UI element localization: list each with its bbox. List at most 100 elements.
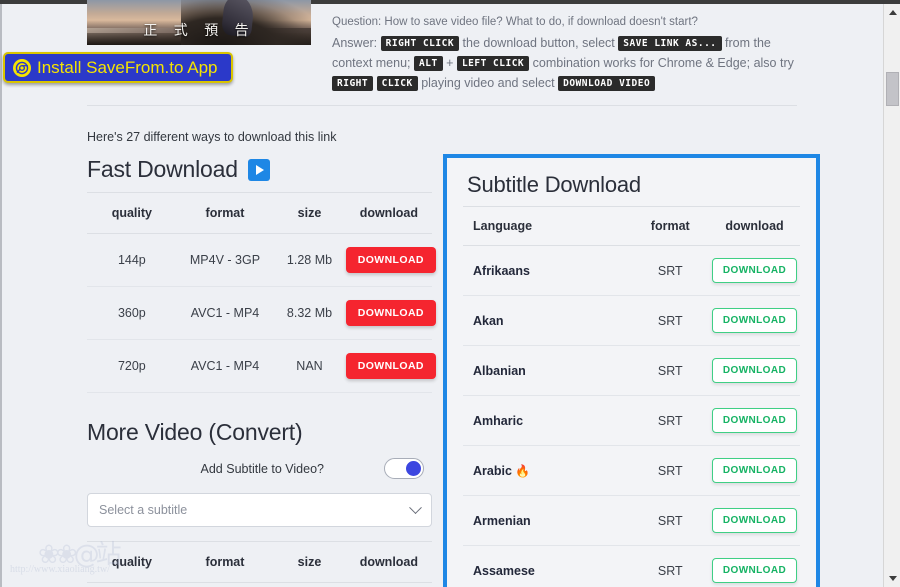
subtitle-select-placeholder: Select a subtitle (99, 503, 188, 517)
fast-download-title: Fast Download (87, 156, 238, 182)
more-video-table: quality format size download 480p AVC1 (… (87, 541, 432, 587)
table-row: 480p AVC1 (mp4) 7.57 Mb DOWNLOAD (87, 582, 432, 587)
cell-download: DOWNLOAD (709, 545, 800, 587)
col-download: download (345, 192, 432, 234)
col-format: format (176, 541, 274, 583)
faq-plus: + (446, 56, 454, 70)
more-video-title: More Video (Convert) (87, 419, 303, 445)
scroll-down-arrow[interactable] (884, 570, 900, 587)
faq-answer-part5: playing video and select (421, 76, 555, 90)
fast-download-table: quality format size download 144p MP4V -… (87, 192, 436, 393)
cell-download: DOWNLOAD (709, 245, 800, 296)
cell-language: Amharic (463, 395, 632, 446)
scrollbar-thumb[interactable] (886, 72, 899, 106)
cell-download: DOWNLOAD (709, 295, 800, 346)
subtitle-download-button[interactable]: DOWNLOAD (711, 358, 798, 383)
table-row: Amharic SRT DOWNLOAD (463, 395, 800, 446)
video-thumbnail[interactable]: 正 式 預 告 (87, 0, 311, 45)
kbd-save-link-as: SAVE LINK AS... (618, 36, 722, 52)
cell-download: DOWNLOAD (345, 233, 436, 287)
cell-download: DOWNLOAD (345, 286, 436, 340)
table-row: Akan SRT DOWNLOAD (463, 295, 800, 346)
add-subtitle-row: Add Subtitle to Video? (87, 458, 432, 479)
table-header-row: quality format size download (87, 541, 432, 583)
subtitle-download-button[interactable]: DOWNLOAD (711, 408, 798, 433)
col-quality: quality (87, 192, 177, 234)
chrome-icon (13, 58, 31, 77)
window-left-edge (0, 4, 2, 587)
cell-download: DOWNLOAD (709, 395, 800, 446)
cell-format: AVC1 - MP4 (176, 339, 274, 393)
download-button[interactable]: DOWNLOAD (345, 247, 436, 273)
language-name: Akan (473, 313, 504, 328)
kbd-click: CLICK (376, 76, 418, 92)
cell-format: SRT (631, 395, 709, 446)
subtitle-download-button[interactable]: DOWNLOAD (711, 258, 798, 283)
add-subtitle-toggle[interactable] (384, 458, 424, 479)
cell-format: SRT (631, 295, 709, 346)
language-name: Amharic (473, 413, 524, 428)
language-name: Afrikaans (473, 263, 530, 278)
table-row: 360p AVC1 - MP4 8.32 Mb DOWNLOAD (87, 286, 436, 340)
col-size: size (273, 192, 346, 234)
col-download: download (709, 206, 800, 246)
language-name: Arabic (473, 463, 512, 478)
cell-format: SRT (631, 545, 709, 587)
table-row: Albanian SRT DOWNLOAD (463, 345, 800, 396)
kbd-left-click: LEFT CLICK (456, 56, 530, 72)
table-header-row: Language format download (463, 206, 800, 246)
subtitle-download-panel: Subtitle Download Language format downlo… (443, 154, 820, 587)
table-row: Armenian SRT DOWNLOAD (463, 495, 800, 546)
page-root: 正 式 預 告 Install SaveFrom.to App Question… (0, 0, 900, 587)
subtitle-download-button[interactable]: DOWNLOAD (711, 458, 798, 483)
cell-format: SRT (631, 495, 709, 546)
subtitle-download-button[interactable]: DOWNLOAD (711, 308, 798, 333)
download-button[interactable]: DOWNLOAD (345, 300, 436, 326)
vertical-scrollbar[interactable] (883, 4, 900, 587)
cell-quality: 480p (87, 582, 177, 587)
cell-language: Afrikaans (463, 245, 632, 296)
col-language: Language (463, 206, 632, 246)
language-name: Assamese (473, 563, 535, 578)
subtitle-download-button[interactable]: DOWNLOAD (711, 558, 798, 583)
table-header-row: quality format size download (87, 192, 432, 234)
cell-format: SRT (631, 345, 709, 396)
cell-format: AVC1 (mp4) (176, 582, 274, 587)
fire-icon: 🔥 (515, 463, 531, 478)
thumbnail-caption: 正 式 預 告 (143, 23, 255, 39)
cell-size: 7.57 Mb (273, 582, 346, 587)
faq-answer: Answer: RIGHT CLICK the download button,… (332, 33, 802, 93)
cell-quality: 144p (87, 233, 177, 287)
language-name: Albanian (473, 363, 526, 378)
cell-size: NAN (273, 339, 346, 393)
cell-format: SRT (631, 245, 709, 296)
col-size: size (273, 541, 346, 583)
subtitle-select[interactable]: Select a subtitle (87, 493, 432, 527)
col-format: format (631, 206, 709, 246)
cell-download: DOWNLOAD (709, 445, 800, 496)
cell-download: DOWNLOAD (709, 345, 800, 396)
download-button[interactable]: DOWNLOAD (345, 353, 436, 379)
table-row: 144p MP4V - 3GP 1.28 Mb DOWNLOAD (87, 233, 436, 287)
subtitle-download-title: Subtitle Download (467, 172, 641, 197)
cell-format: AVC1 - MP4 (176, 286, 274, 340)
scroll-up-arrow[interactable] (884, 4, 900, 21)
add-subtitle-label: Add Subtitle to Video? (200, 461, 324, 476)
play-icon (247, 158, 270, 181)
col-quality: quality (87, 541, 177, 583)
table-row: 720p AVC1 - MP4 NAN DOWNLOAD (87, 339, 436, 393)
cell-format: MP4V - 3GP (176, 233, 274, 287)
table-row: Afrikaans SRT DOWNLOAD (463, 245, 800, 296)
install-savefrom-app-button[interactable]: Install SaveFrom.to App (3, 52, 234, 83)
subtitle-download-button[interactable]: DOWNLOAD (711, 508, 798, 533)
cell-language: Arabic 🔥 (463, 445, 632, 496)
language-name: Armenian (473, 513, 531, 528)
section-divider (87, 105, 797, 106)
cell-quality: 720p (87, 339, 177, 393)
ways-text: Here's 27 different ways to download thi… (87, 130, 337, 144)
cell-size: 1.28 Mb (273, 233, 346, 287)
faq-block: Question: How to save video file? What t… (332, 12, 802, 94)
faq-answer-part4: combination works for Chrome & Edge; als… (532, 56, 794, 70)
cell-download: DOWNLOAD (345, 582, 432, 587)
faq-answer-part2: the download button, select (462, 36, 615, 50)
